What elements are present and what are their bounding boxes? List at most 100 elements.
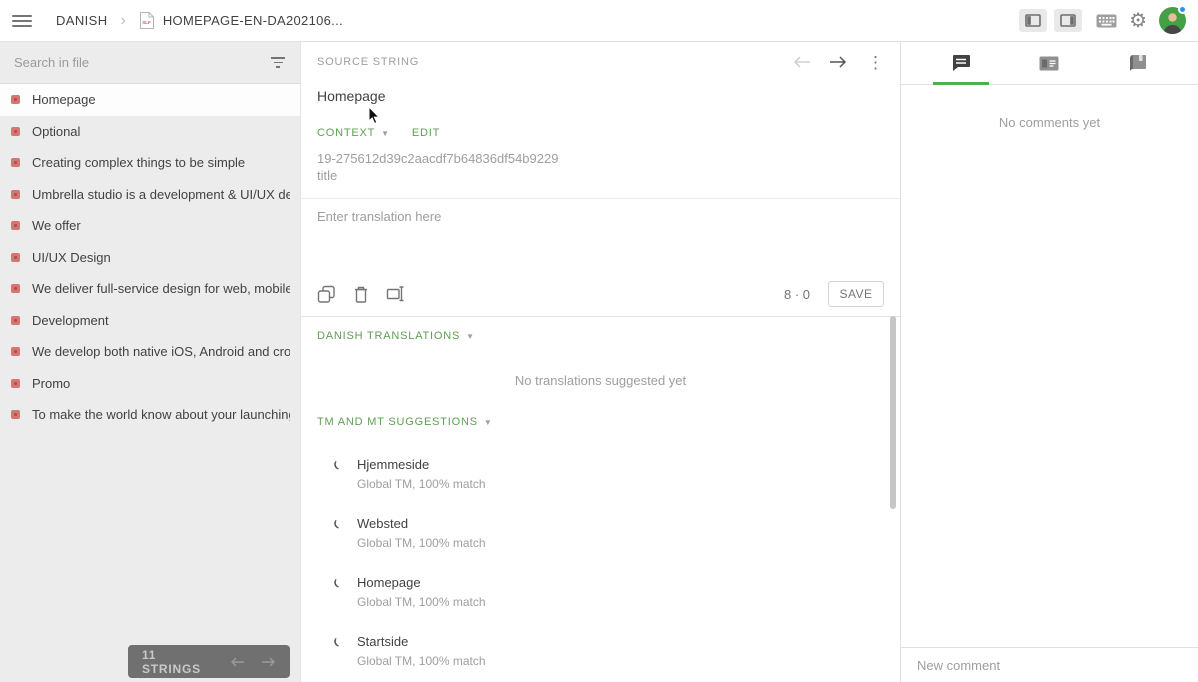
string-list-item[interactable]: UI/UX Design xyxy=(0,242,300,274)
suggestion-text: Websted xyxy=(357,516,409,531)
user-avatar[interactable] xyxy=(1159,5,1187,35)
string-text: Optional xyxy=(32,123,81,139)
string-list-item[interactable]: We develop both native iOS, Android and … xyxy=(0,336,300,368)
tm-suggestion-item[interactable]: Hjemmeside Global TM, 100% match xyxy=(301,446,900,505)
suggestions-region: DANISH TRANSLATIONS ▼ No translations sug… xyxy=(301,316,900,682)
translation-memory-icon xyxy=(323,515,343,535)
untranslated-status-icon xyxy=(11,189,20,199)
no-comments-text: No comments yet xyxy=(998,115,1101,130)
language-breadcrumb[interactable]: DANISH xyxy=(56,13,108,28)
new-comment-input[interactable] xyxy=(917,657,1182,673)
untranslated-status-icon xyxy=(11,347,20,357)
strings-count-label: 11 STRINGS xyxy=(142,647,201,676)
string-text: We offer xyxy=(32,218,81,234)
more-options-kebab-icon[interactable]: ⋮ xyxy=(867,54,884,71)
translation-memory-icon xyxy=(323,456,343,476)
string-list-item[interactable]: Creating complex things to be simple xyxy=(0,147,300,179)
string-text: Promo xyxy=(32,375,71,391)
translation-toolbar: 8 · 0 SAVE xyxy=(301,272,900,316)
string-list-item[interactable]: We deliver full-service design for web, … xyxy=(0,273,300,305)
untranslated-status-icon xyxy=(11,410,20,420)
translation-textarea[interactable] xyxy=(317,209,884,262)
string-text: Umbrella studio is a development & UI/UX… xyxy=(32,186,290,202)
clear-translation-trash-icon[interactable] xyxy=(353,285,369,304)
file-name-breadcrumb[interactable]: HOMEPAGE-EN-DA202106... xyxy=(163,13,343,28)
string-text: We deliver full-service design for web, … xyxy=(32,281,290,297)
string-list-item[interactable]: Promo xyxy=(0,368,300,400)
next-string-arrow-icon[interactable] xyxy=(829,56,847,68)
suggestion-text: Hjemmeside xyxy=(357,457,430,472)
toggle-right-panel-button[interactable] xyxy=(1054,9,1083,32)
strings-sidebar: Homepage Optional Creating complex thing… xyxy=(0,42,300,682)
translation-panel: SOURCE STRING ⋮ Homepage CONTEXT ▼ EDIT 1… xyxy=(300,42,900,682)
string-list-item[interactable]: Umbrella studio is a development & UI/UX… xyxy=(0,179,300,211)
tab-string-info[interactable] xyxy=(1005,42,1093,84)
strings-count-pill: 11 STRINGS xyxy=(128,645,290,678)
tm-suggestion-item[interactable]: Startside Global TM, 100% match xyxy=(301,623,900,682)
string-text: UI/UX Design xyxy=(32,249,111,265)
suggestion-text: Homepage xyxy=(357,575,421,590)
search-input[interactable] xyxy=(14,55,270,70)
notification-dot xyxy=(1178,5,1187,14)
tm-suggestion-item[interactable]: Websted Global TM, 100% match xyxy=(301,505,900,564)
right-panel-tabs xyxy=(901,42,1198,85)
context-string-key: title xyxy=(317,168,338,183)
editor-window: DANISH › XLF HOMEPAGE-EN-DA202106... ⚙ S… xyxy=(0,0,1198,682)
chevron-down-icon: ▼ xyxy=(466,332,475,341)
source-string-text: Homepage xyxy=(317,88,386,104)
untranslated-status-icon xyxy=(11,158,20,168)
tab-terms[interactable] xyxy=(1094,42,1182,84)
filter-icon[interactable] xyxy=(270,57,286,68)
comment-bubble-icon xyxy=(953,55,971,71)
untranslated-status-icon xyxy=(11,221,20,231)
glossary-book-icon xyxy=(1130,54,1147,72)
string-text: We develop both native iOS, Android and … xyxy=(32,344,290,360)
comments-panel: No comments yet xyxy=(900,42,1198,682)
translation-input-area xyxy=(301,199,900,272)
context-row: CONTEXT ▼ EDIT xyxy=(317,126,884,140)
suggestion-source-meta: Global TM, 100% match xyxy=(357,654,486,668)
svg-text:XLF: XLF xyxy=(142,20,151,25)
tm-suggestion-item[interactable]: Homepage Global TM, 100% match xyxy=(301,564,900,623)
untranslated-status-icon xyxy=(11,126,20,136)
string-list-item[interactable]: We offer xyxy=(0,210,300,242)
vertical-scrollbar[interactable] xyxy=(890,316,896,509)
settings-gear-icon[interactable]: ⚙ xyxy=(1129,11,1147,31)
untranslated-status-icon xyxy=(11,378,20,388)
copy-source-icon[interactable] xyxy=(317,285,336,304)
select-all-icon[interactable] xyxy=(386,285,405,303)
translation-memory-icon xyxy=(323,633,343,653)
next-page-arrow-icon[interactable] xyxy=(261,657,276,667)
string-list-item[interactable]: Development xyxy=(0,305,300,337)
context-string-id: 19-275612d39c2aacdf7b64836df54b9229 xyxy=(317,151,559,166)
suggestion-source-meta: Global TM, 100% match xyxy=(357,477,486,491)
string-list-item[interactable]: Optional xyxy=(0,116,300,148)
hamburger-menu-icon[interactable] xyxy=(12,14,32,27)
previous-page-arrow-icon[interactable] xyxy=(230,657,245,667)
keyboard-shortcuts-button[interactable] xyxy=(1096,14,1117,28)
context-toggle[interactable]: CONTEXT ▼ xyxy=(317,127,390,139)
right-panel-layout-icon xyxy=(1060,14,1076,27)
string-text: Creating complex things to be simple xyxy=(32,155,246,171)
tm-mt-suggestions-toggle[interactable]: TM AND MT SUGGESTIONS ▼ xyxy=(317,416,493,428)
xliff-file-icon: XLF xyxy=(139,11,155,30)
source-string-label: SOURCE STRING xyxy=(317,56,420,68)
suggestion-source-meta: Global TM, 100% match xyxy=(357,595,486,609)
edit-context-button[interactable]: EDIT xyxy=(412,127,440,139)
previous-string-arrow-icon[interactable] xyxy=(793,56,811,68)
chevron-down-icon: ▼ xyxy=(381,129,390,138)
keyboard-icon xyxy=(1096,14,1117,27)
string-list-item[interactable]: To make the world know about your launch… xyxy=(0,399,300,431)
chevron-down-icon: ▼ xyxy=(483,418,493,427)
char-counter: 8 · 0 xyxy=(783,286,810,302)
source-string-header: SOURCE STRING ⋮ xyxy=(301,42,900,82)
danish-translations-toggle[interactable]: DANISH TRANSLATIONS ▼ xyxy=(317,330,475,342)
toggle-left-panel-button[interactable] xyxy=(1019,9,1048,32)
tab-comments[interactable] xyxy=(917,42,1005,84)
string-list-item[interactable]: Homepage xyxy=(0,84,300,116)
untranslated-status-icon xyxy=(11,284,20,294)
untranslated-status-icon xyxy=(11,95,20,105)
save-button[interactable]: SAVE xyxy=(828,281,884,307)
breadcrumb-chevron-icon: › xyxy=(120,11,126,29)
string-text: Development xyxy=(32,312,109,328)
